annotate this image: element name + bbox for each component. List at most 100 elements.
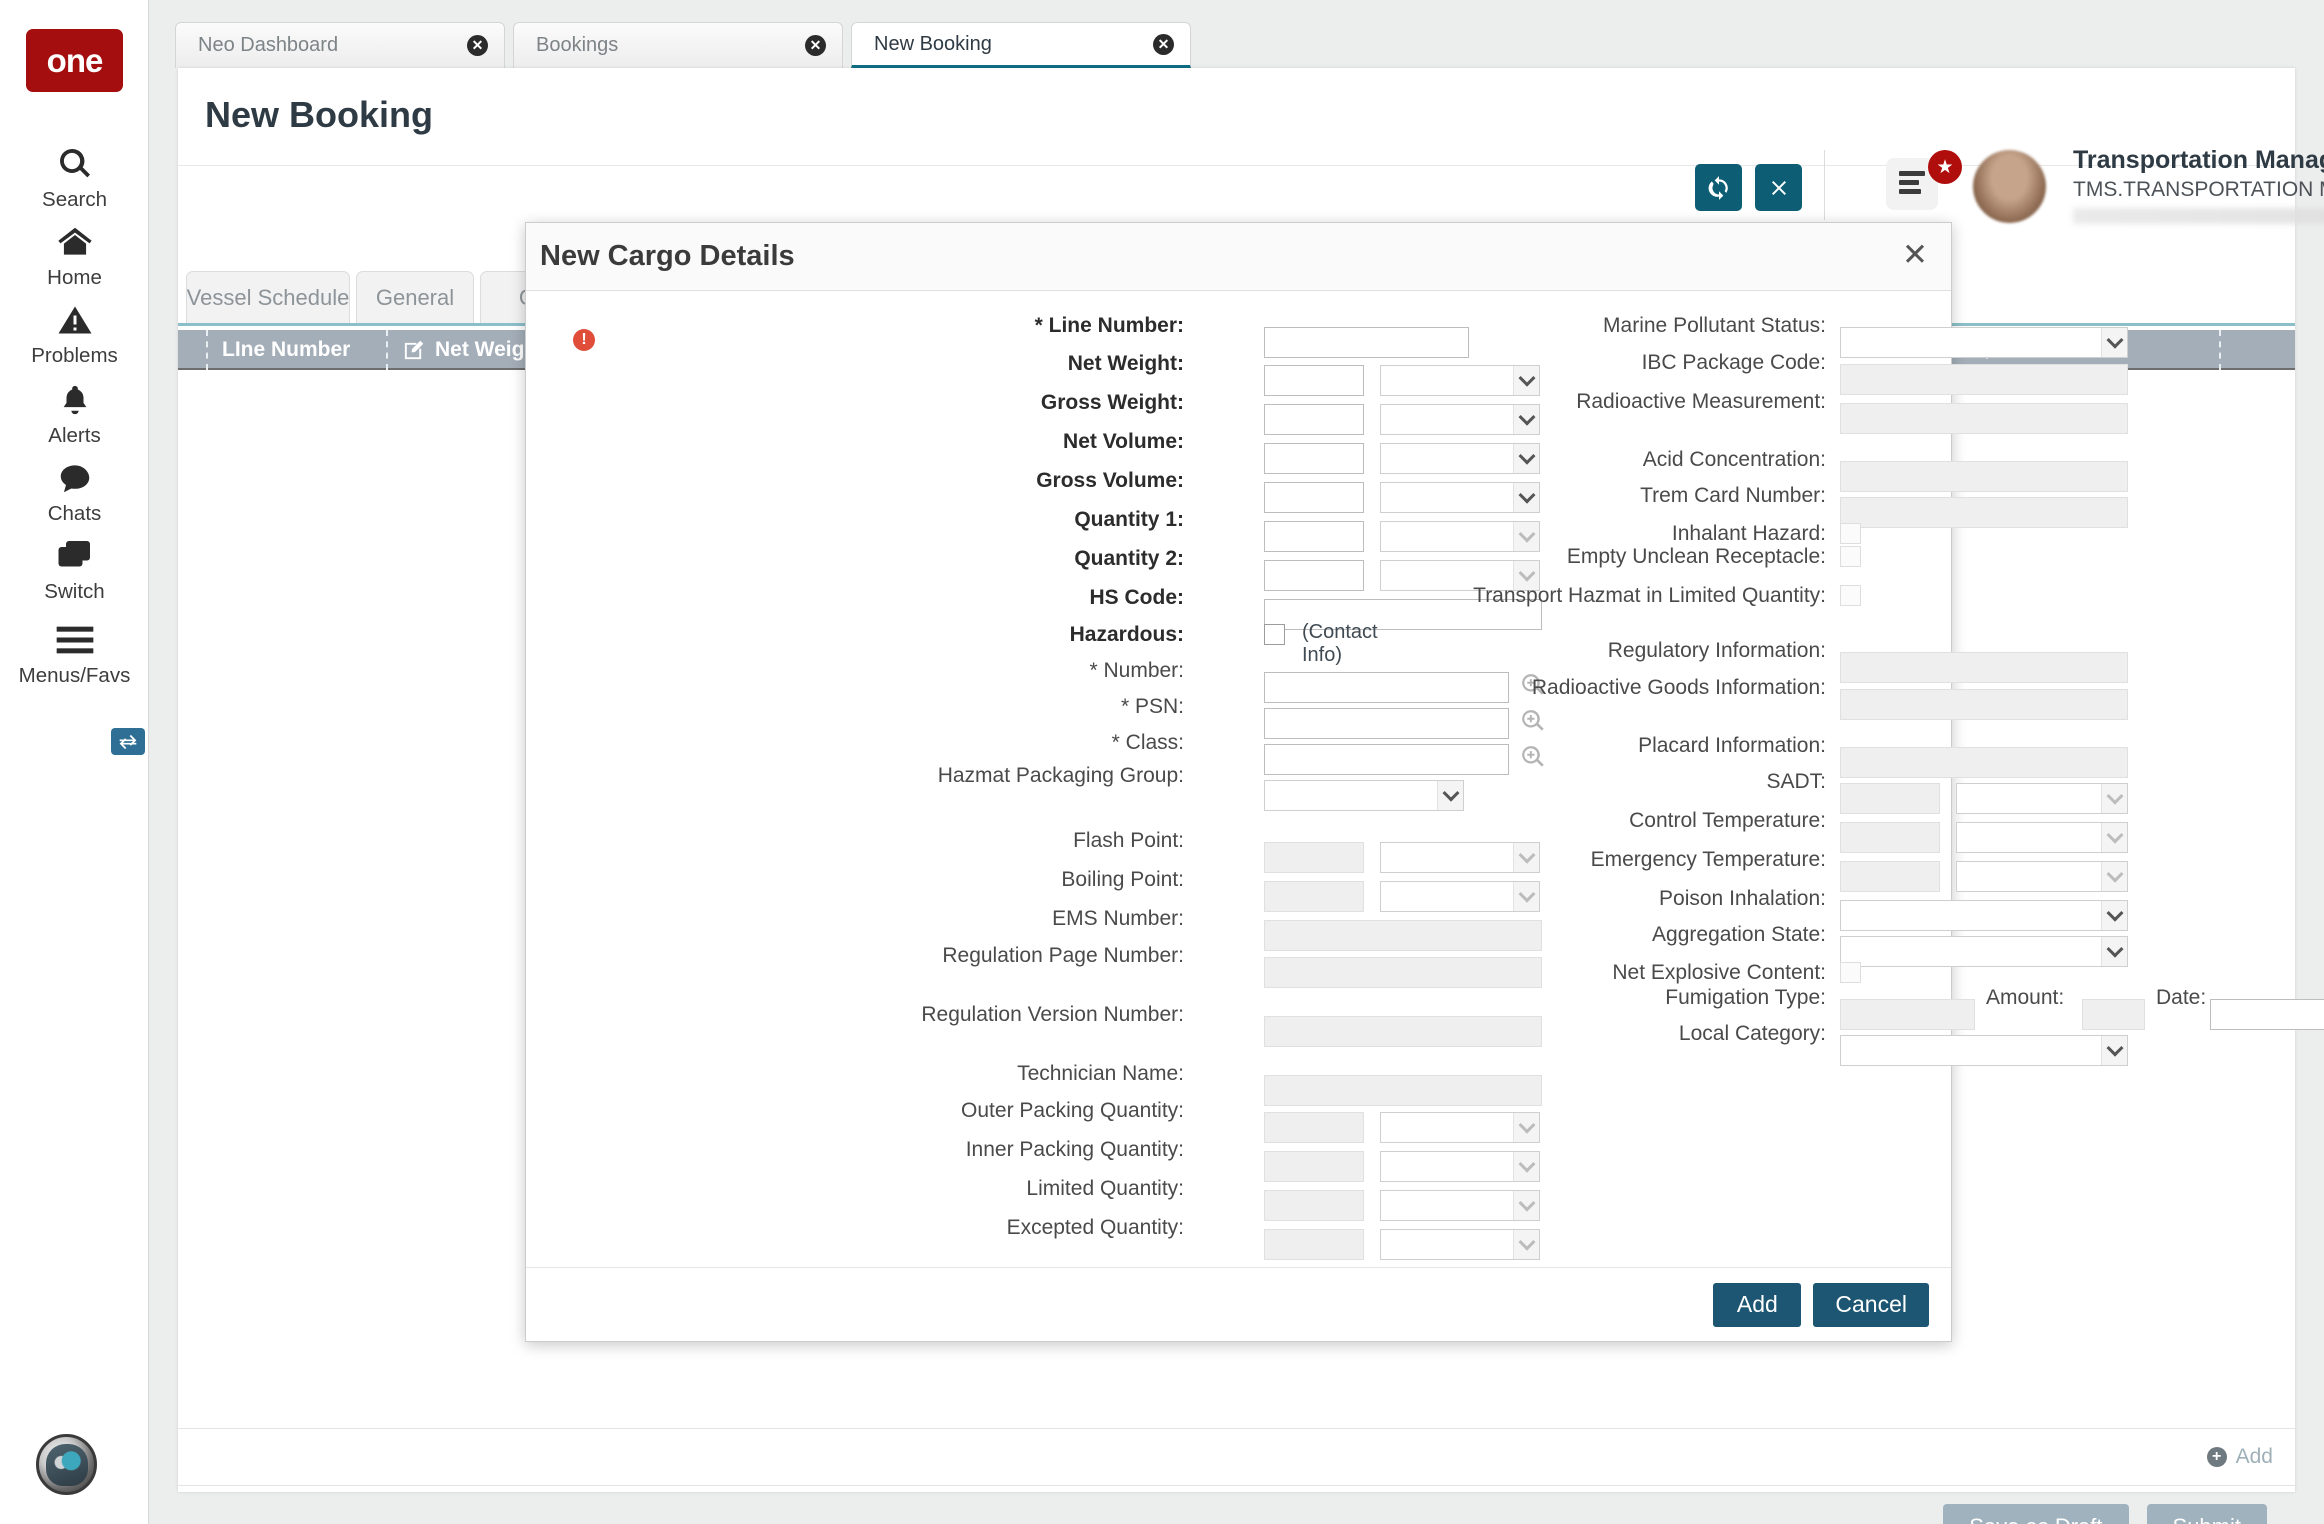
left-sidebar: one Search Home Problems Alerts Chats Sw…	[0, 0, 149, 1524]
favorites-star-badge-icon[interactable]: ★	[1928, 150, 1962, 184]
tab-vessel-schedule[interactable]: Vessel Schedule	[186, 271, 350, 323]
placard-information-input[interactable]	[1840, 747, 2128, 778]
local-category-select[interactable]	[1840, 1035, 2128, 1066]
add-button[interactable]: Add	[1713, 1282, 1802, 1327]
sidebar-item-search[interactable]: Search	[0, 142, 149, 212]
label-amount: Amount:	[1986, 986, 2065, 1009]
regulatory-information-input[interactable]	[1840, 652, 2128, 683]
assistant-avatar-icon[interactable]	[36, 1434, 97, 1495]
technician-name-input[interactable]	[1264, 1075, 1542, 1106]
label-date: Date:	[2156, 986, 2207, 1009]
label-line-number: * Line Number:	[1034, 314, 1184, 337]
brand-logo[interactable]: one	[26, 29, 123, 92]
sidebar-item-chats[interactable]: Chats	[0, 456, 149, 526]
label-control-temperature: Control Temperature:	[1629, 809, 1826, 832]
chevron-down-icon	[1513, 1191, 1539, 1220]
label-hazmat-packaging-group: Hazmat Packaging Group:	[937, 764, 1184, 787]
label-local-category: Local Category:	[1678, 1022, 1826, 1045]
switch-cards-icon	[0, 534, 149, 578]
refresh-button[interactable]	[1695, 164, 1742, 211]
fumigation-type-input[interactable]	[1840, 999, 1975, 1030]
tab-close-icon[interactable]: ✕	[805, 35, 826, 56]
control-temperature-input[interactable]	[1840, 822, 1940, 853]
empty-unclean-receptacle-checkbox[interactable]	[1840, 546, 1861, 567]
excepted-quantity-input[interactable]	[1264, 1229, 1364, 1260]
radioactive-measurement-input[interactable]	[1840, 403, 2128, 434]
close-page-button[interactable]	[1755, 164, 1802, 211]
fumigation-amount-input[interactable]	[2082, 999, 2145, 1030]
tab-general[interactable]: General	[356, 271, 474, 323]
avatar[interactable]	[1973, 150, 2046, 223]
label-radioactive-measurement: Radioactive Measurement:	[1576, 390, 1826, 413]
label-poison-inhalation: Poison Inhalation:	[1659, 887, 1826, 910]
label-gross-volume: Gross Volume:	[1036, 469, 1184, 492]
user-extra-redacted	[2073, 208, 2324, 224]
label-aggregation-state: Aggregation State:	[1652, 923, 1826, 946]
label-emergency-temperature: Emergency Temperature:	[1590, 848, 1826, 871]
limited-quantity-input[interactable]	[1264, 1190, 1364, 1221]
outer-packing-quantity-uom-select[interactable]	[1380, 1112, 1540, 1143]
chevron-down-icon	[2101, 328, 2127, 357]
acid-concentration-input[interactable]	[1840, 461, 2128, 492]
outer-packing-quantity-input[interactable]	[1264, 1112, 1364, 1143]
star-glyph: ★	[1936, 156, 1954, 178]
sadt-uom-select[interactable]	[1956, 783, 2128, 814]
browser-tab-neo-dashboard[interactable]: Neo Dashboard ✕	[175, 22, 505, 68]
label-trem-card-number: Trem Card Number:	[1640, 484, 1826, 507]
page-title: New Booking	[205, 94, 434, 135]
label-net-weight: Net Weight:	[1067, 352, 1184, 375]
sidebar-item-menus-favs[interactable]: Menus/Favs	[0, 618, 149, 688]
tab-label: Vessel Schedule	[186, 284, 350, 310]
label-net-explosive-content: Net Explosive Content:	[1612, 961, 1826, 984]
inner-packing-quantity-uom-select[interactable]	[1380, 1151, 1540, 1182]
cancel-button[interactable]: Cancel	[1813, 1282, 1929, 1327]
label-regulation-page-number: Regulation Page Number:	[942, 944, 1184, 967]
grid-column-line-number[interactable]: LIne Number	[206, 330, 366, 370]
trem-card-number-input[interactable]	[1840, 497, 2128, 528]
net-explosive-content-checkbox[interactable]	[1840, 962, 1861, 983]
new-cargo-details-dialog: New Cargo Details ✕ ! * Line Number: Net…	[525, 222, 2324, 1342]
label-technician-name: Technician Name:	[1017, 1062, 1184, 1085]
tab-close-icon[interactable]: ✕	[1153, 33, 1174, 55]
save-as-draft-button[interactable]: Save as Draft	[1943, 1503, 2129, 1524]
dialog-body: ! * Line Number: Net Weight: Gross Weigh…	[526, 291, 2324, 1269]
sidebar-item-label: Problems	[31, 344, 118, 367]
inhalant-hazard-checkbox[interactable]	[1840, 523, 1861, 544]
emergency-temperature-uom-select[interactable]	[1956, 861, 2128, 892]
aggregation-state-select[interactable]	[1840, 936, 2128, 967]
transport-hazmat-limited-quantity-checkbox[interactable]	[1840, 585, 1861, 606]
label-flash-point: Flash Point:	[1073, 829, 1184, 852]
sidebar-item-label: Chats	[47, 502, 102, 525]
sidebar-item-problems[interactable]: Problems	[0, 298, 149, 368]
radioactive-goods-information-input[interactable]	[1840, 689, 2128, 720]
label-outer-packing-quantity: Outer Packing Quantity:	[961, 1099, 1184, 1122]
label-quantity-1: Quantity 1:	[1074, 508, 1184, 531]
poison-inhalation-select[interactable]	[1840, 900, 2128, 931]
label-fumigation-type: Fumigation Type:	[1665, 986, 1826, 1009]
inner-packing-quantity-input[interactable]	[1264, 1151, 1364, 1182]
home-icon	[0, 220, 149, 264]
edit-pencil-icon	[404, 340, 424, 359]
dialog-close-icon[interactable]: ✕	[1895, 235, 1935, 275]
limited-quantity-uom-select[interactable]	[1380, 1190, 1540, 1221]
ibc-package-code-input[interactable]	[1840, 364, 2128, 395]
marine-pollutant-status-select[interactable]	[1840, 327, 2128, 358]
emergency-temperature-input[interactable]	[1840, 861, 1940, 892]
label-empty-unclean-receptacle: Empty Unclean Receptacle:	[1566, 545, 1826, 568]
tab-close-icon[interactable]: ✕	[467, 35, 488, 56]
browser-tab-bookings[interactable]: Bookings ✕	[513, 22, 843, 68]
sidebar-item-switch[interactable]: Switch	[0, 534, 149, 604]
excepted-quantity-uom-select[interactable]	[1380, 1229, 1540, 1260]
submit-button[interactable]: Submit	[2146, 1503, 2267, 1524]
sidebar-item-home[interactable]: Home	[0, 220, 149, 290]
control-temperature-uom-select[interactable]	[1956, 822, 2128, 853]
sidebar-item-alerts[interactable]: Alerts	[0, 378, 149, 448]
browser-tab-new-booking[interactable]: New Booking ✕	[851, 22, 1191, 68]
label-ems-number: EMS Number:	[1052, 907, 1184, 930]
sidebar-item-label: Switch	[44, 580, 105, 603]
grid-add-row[interactable]: + Add	[178, 1428, 2295, 1486]
fumigation-date-input[interactable]	[2210, 999, 2324, 1030]
label-placard-information: Placard Information:	[1638, 734, 1826, 757]
switch-toggle-badge-icon[interactable]	[111, 728, 145, 755]
sadt-input[interactable]	[1840, 783, 1940, 814]
